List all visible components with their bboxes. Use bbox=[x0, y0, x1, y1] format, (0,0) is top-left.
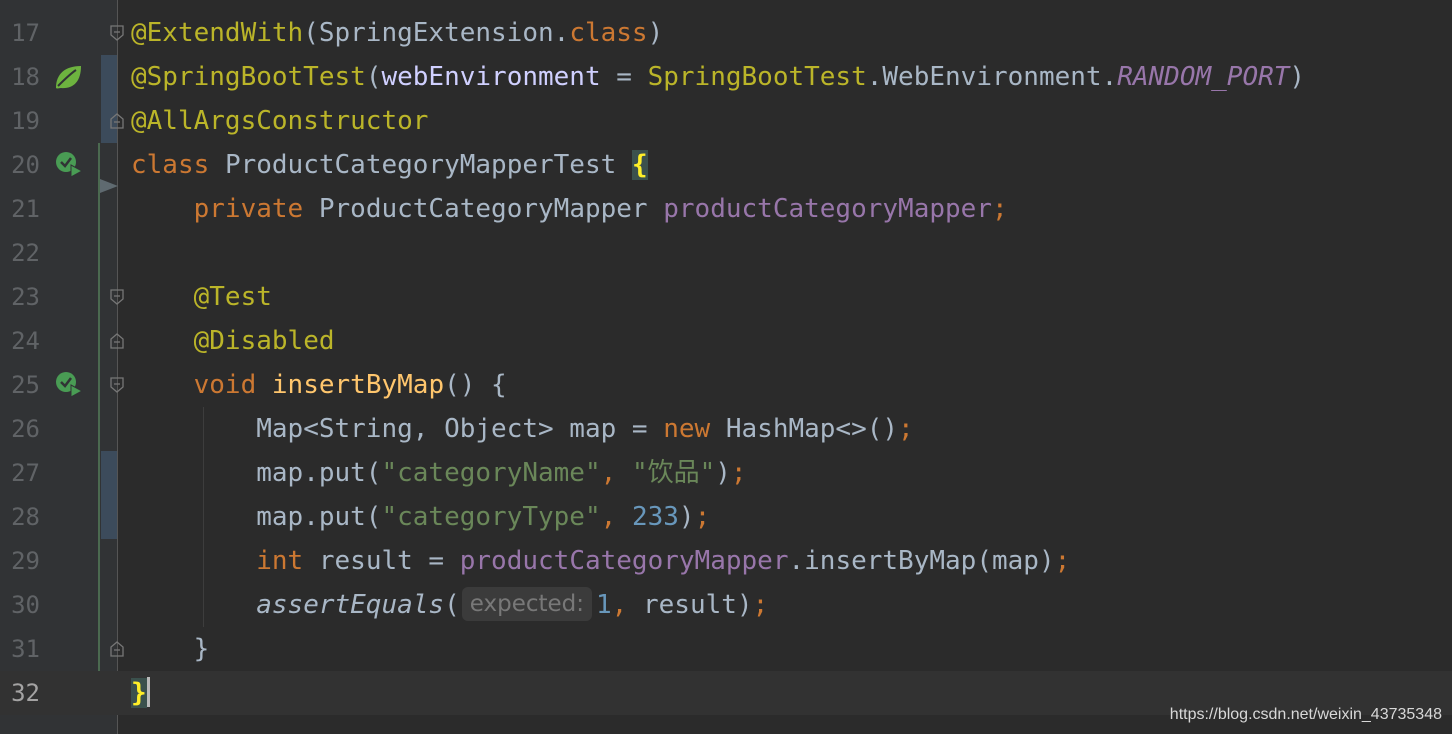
line-number: 17 bbox=[11, 19, 40, 47]
code-text: Map<String, Object> map = new HashMap<>(… bbox=[256, 414, 914, 444]
line-number: 20 bbox=[11, 151, 40, 179]
code-line[interactable]: 21 private ProductCategoryMapper product… bbox=[0, 187, 1452, 231]
code-line[interactable]: 29 int result = productCategoryMapper.in… bbox=[0, 539, 1452, 583]
fold-marker-icon[interactable] bbox=[110, 377, 124, 393]
code-line[interactable]: 17 @ExtendWith(SpringExtension.class) bbox=[0, 11, 1452, 55]
line-number: 30 bbox=[11, 591, 40, 619]
line-number: 19 bbox=[11, 107, 40, 135]
code-text: @AllArgsConstructor bbox=[131, 106, 429, 136]
line-number: 23 bbox=[11, 283, 40, 311]
fold-marker-icon[interactable] bbox=[110, 333, 124, 349]
line-number: 27 bbox=[11, 459, 40, 487]
code-line[interactable]: 31 } bbox=[0, 627, 1452, 671]
code-text: void insertByMap() { bbox=[193, 370, 507, 400]
run-test-icon[interactable] bbox=[54, 370, 84, 400]
spring-bean-icon[interactable] bbox=[53, 62, 83, 92]
code-text: @SpringBootTest(webEnvironment = SpringB… bbox=[131, 62, 1306, 92]
line-number: 31 bbox=[11, 635, 40, 663]
code-line[interactable]: 18 @SpringBootTest(webEnvironment = Spri… bbox=[0, 55, 1452, 99]
code-text: private ProductCategoryMapper productCat… bbox=[193, 194, 1008, 224]
code-text: @Disabled bbox=[193, 326, 335, 356]
fold-marker-icon[interactable] bbox=[110, 25, 124, 41]
code-text: map.put("categoryName", "饮品"); bbox=[256, 458, 747, 488]
code-text: @Test bbox=[193, 282, 272, 312]
run-test-icon[interactable] bbox=[54, 150, 84, 180]
line-number: 28 bbox=[11, 503, 40, 531]
code-text: map.put("categoryType", 233); bbox=[256, 502, 711, 532]
text-caret bbox=[146, 677, 150, 707]
code-text: class ProductCategoryMapperTest { bbox=[131, 150, 648, 180]
code-line[interactable]: 28 map.put("categoryType", 233); bbox=[0, 495, 1452, 539]
indent-guide bbox=[203, 407, 204, 627]
code-line[interactable]: 20 class ProductCategoryMapperTest { bbox=[0, 143, 1452, 193]
watermark: https://blog.csdn.net/weixin_43735348 bbox=[1169, 706, 1442, 723]
line-number: 21 bbox=[11, 195, 40, 223]
code-line[interactable]: 30 assertEquals(expected: 1, result); bbox=[0, 583, 1452, 627]
code-line[interactable]: 27 map.put("categoryName", "饮品"); bbox=[0, 451, 1452, 495]
code-line[interactable]: 26 Map<String, Object> map = new HashMap… bbox=[0, 407, 1452, 451]
fold-marker-icon[interactable] bbox=[110, 113, 124, 129]
code-line[interactable]: 23 @Test bbox=[0, 275, 1452, 319]
code-line[interactable]: 24 @Disabled bbox=[0, 319, 1452, 363]
code-text: assertEquals(expected: 1, result); bbox=[131, 583, 768, 627]
code-text: int result = productCategoryMapper.inser… bbox=[256, 546, 1071, 576]
parameter-hint: expected: bbox=[461, 587, 593, 621]
line-number: 29 bbox=[11, 547, 40, 575]
fold-marker-icon[interactable] bbox=[110, 289, 124, 305]
code-editor[interactable]: 17 @ExtendWith(SpringExtension.class) 18… bbox=[0, 0, 1452, 734]
line-number: 18 bbox=[11, 63, 40, 91]
code-line[interactable]: 19 @AllArgsConstructor bbox=[0, 99, 1452, 143]
code-text: @ExtendWith(SpringExtension.class) bbox=[131, 18, 664, 48]
line-number: 32 bbox=[11, 679, 40, 707]
code-text: } bbox=[131, 671, 150, 715]
line-number: 26 bbox=[11, 415, 40, 443]
line-number: 24 bbox=[11, 327, 40, 355]
line-number: 22 bbox=[11, 239, 40, 267]
line-number: 25 bbox=[11, 371, 40, 399]
code-line[interactable]: 25 void insertByMap() { bbox=[0, 363, 1452, 407]
code-text: } bbox=[131, 634, 210, 664]
code-line[interactable]: 22 bbox=[0, 231, 1452, 275]
fold-marker-icon[interactable] bbox=[110, 641, 124, 657]
